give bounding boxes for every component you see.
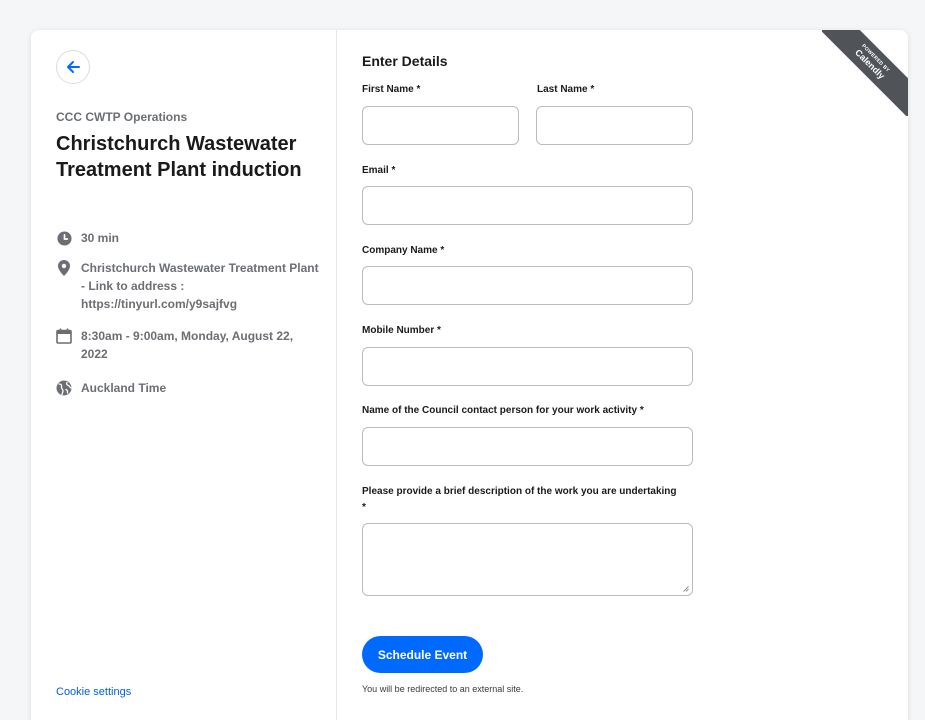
details-form-panel: Enter Details First Name * Last Name * E…	[337, 30, 908, 720]
work-description-label: Please provide a brief description of th…	[362, 486, 677, 513]
globe-icon	[56, 379, 72, 397]
council-contact-field[interactable]	[362, 427, 693, 466]
company-name-field[interactable]	[362, 266, 693, 305]
clock-icon	[56, 229, 72, 247]
duration-text: 30 min	[81, 231, 120, 245]
datetime-text: 8:30am - 9:00am, Monday, August 22, 2022	[81, 329, 294, 361]
email-field[interactable]	[362, 186, 693, 225]
resize-handle-icon[interactable]	[682, 585, 689, 592]
map-pin-icon	[56, 259, 72, 277]
mobile-number-field[interactable]	[362, 347, 693, 386]
company-name-label: Company Name *	[362, 245, 445, 256]
timezone-text: Auckland Time	[81, 381, 167, 395]
arrow-left-icon	[67, 61, 80, 73]
mobile-number-label: Mobile Number *	[362, 325, 441, 336]
event-datetime: 8:30am - 9:00am, Monday, August 22, 2022	[56, 327, 321, 363]
last-name-label: Last Name *	[537, 84, 595, 95]
calendar-icon	[56, 327, 72, 345]
back-button[interactable]	[56, 50, 90, 84]
event-location: Christchurch Wastewater Treatment Plant …	[56, 259, 321, 313]
location-text: Christchurch Wastewater Treatment Plant …	[81, 261, 319, 311]
email-label: Email *	[362, 165, 396, 176]
event-timezone: Auckland Time	[56, 379, 321, 397]
booking-card: CCC CWTP Operations Christchurch Wastewa…	[31, 30, 908, 720]
first-name-field[interactable]	[362, 106, 519, 145]
event-duration: 30 min	[56, 229, 321, 247]
event-details-panel: CCC CWTP Operations Christchurch Wastewa…	[31, 30, 337, 720]
form-heading: Enter Details	[362, 53, 448, 69]
cookie-settings-link[interactable]: Cookie settings	[56, 686, 131, 698]
work-description-textarea[interactable]	[362, 523, 693, 596]
redirect-note: You will be redirected to an external si…	[362, 684, 524, 694]
schedule-event-button[interactable]: Schedule Event	[362, 636, 483, 673]
council-contact-label: Name of the Council contact person for y…	[362, 405, 644, 416]
last-name-field[interactable]	[536, 106, 693, 145]
organizer-name: CCC CWTP Operations	[56, 110, 188, 124]
powered-by-badge[interactable]: POWERED BY Calendly	[822, 30, 908, 116]
event-title: Christchurch Wastewater Treatment Plant …	[56, 133, 302, 181]
first-name-label: First Name *	[362, 84, 421, 95]
